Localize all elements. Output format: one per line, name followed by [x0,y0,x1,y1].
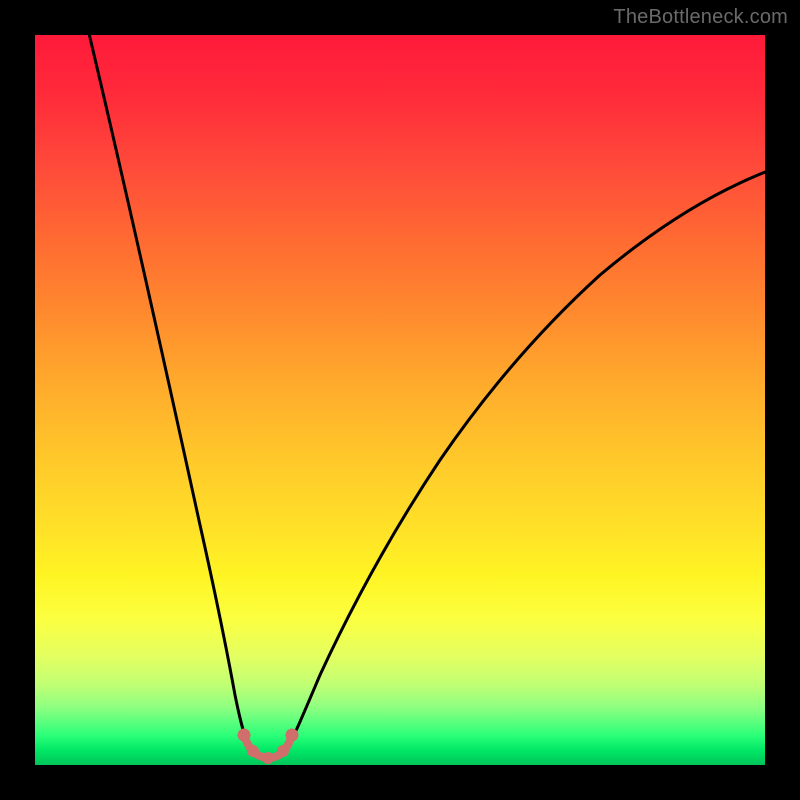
chart-frame: TheBottleneck.com [0,0,800,800]
plot-area [35,35,765,765]
watermark-text: TheBottleneck.com [613,6,788,29]
bottleneck-curve [35,35,765,765]
